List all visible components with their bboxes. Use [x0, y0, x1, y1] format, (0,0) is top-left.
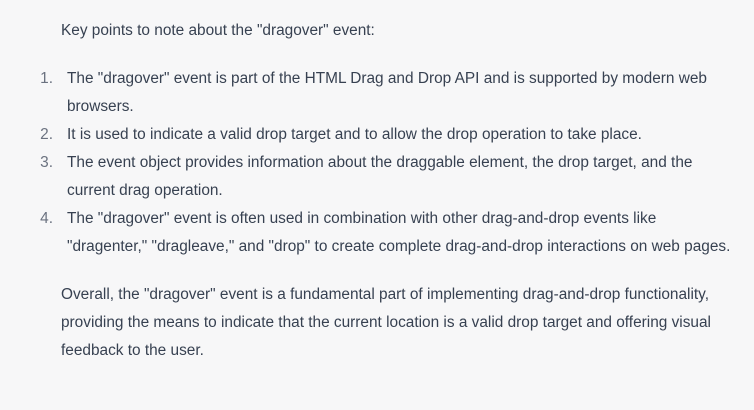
key-points-list: 1. The "dragover" event is part of the H… — [40, 65, 734, 261]
list-number: 4. — [40, 210, 53, 227]
list-item-text: It is used to indicate a valid drop targ… — [67, 126, 642, 143]
list-item: 3. The event object provides information… — [40, 149, 734, 205]
list-item-text: The "dragover" event is often used in co… — [67, 210, 731, 255]
list-number: 1. — [40, 70, 53, 87]
list-number: 3. — [40, 154, 53, 171]
conclusion-paragraph: Overall, the "dragover" event is a funda… — [61, 286, 711, 359]
list-item-text: The event object provides information ab… — [67, 154, 693, 199]
list-item: 1. The "dragover" event is part of the H… — [40, 65, 734, 121]
list-item-text: The "dragover" event is part of the HTML… — [67, 70, 707, 115]
intro-paragraph: Key points to note about the "dragover" … — [61, 22, 375, 39]
assistant-message: Key points to note about the "dragover" … — [0, 0, 754, 410]
list-item: 4. The "dragover" event is often used in… — [40, 205, 734, 261]
list-item: 2. It is used to indicate a valid drop t… — [40, 121, 734, 149]
list-number: 2. — [40, 126, 53, 143]
